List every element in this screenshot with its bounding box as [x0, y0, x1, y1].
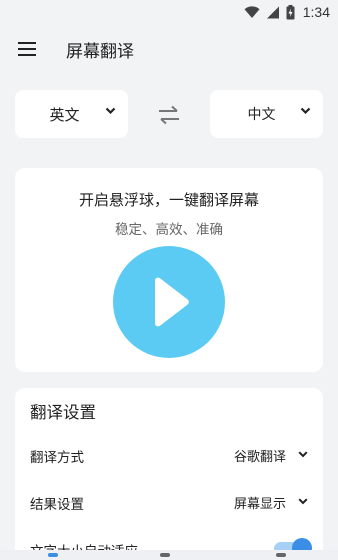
language-selector: 英文 中文 [15, 90, 323, 138]
setting-value: 屏幕显示 [233, 497, 286, 512]
setting-result-display[interactable]: 结果设置 屏幕显示 [30, 491, 310, 515]
start-floating-ball-button[interactable] [113, 246, 225, 358]
setting-value: 谷歌翻译 [233, 450, 286, 465]
menu-button[interactable] [16, 38, 38, 60]
nav-tab-middle[interactable] [160, 553, 170, 557]
target-language-label: 中文 [247, 107, 276, 123]
target-language-dropdown[interactable]: 中文 [210, 90, 323, 138]
setting-label: 翻译方式 [30, 450, 84, 466]
setting-translation-method[interactable]: 翻译方式 谷歌翻译 [30, 444, 310, 468]
swap-languages-button[interactable] [155, 104, 183, 126]
setting-label: 结果设置 [30, 497, 84, 513]
nav-tab-home[interactable] [48, 553, 58, 557]
chevron-down-icon [300, 107, 311, 115]
chevron-down-icon [105, 107, 116, 115]
chevron-down-icon [298, 498, 308, 505]
source-language-label: 英文 [49, 105, 80, 124]
floating-ball-subtitle: 稳定、高效、准确 [115, 222, 223, 238]
wifi-icon [244, 5, 260, 18]
translation-settings-card: 翻译设置 翻译方式 谷歌翻译 结果设置 屏幕显示 文字大小自动适应 [15, 388, 323, 560]
status-time: 1:34 [302, 4, 330, 20]
settings-title: 翻译设置 [30, 403, 96, 422]
source-language-dropdown[interactable]: 英文 [15, 90, 128, 138]
swap-arrows-icon [159, 105, 179, 125]
page-title: 屏幕翻译 [66, 41, 134, 62]
play-icon [155, 277, 189, 327]
floating-ball-card: 开启悬浮球，一键翻译屏幕 稳定、高效、准确 [15, 168, 323, 372]
nav-tab-profile[interactable] [276, 553, 286, 557]
app-bar: 屏幕翻译 [0, 24, 338, 74]
signal-icon [266, 6, 279, 18]
status-bar: 1:34 [0, 0, 338, 24]
hamburger-menu-icon [18, 42, 36, 56]
battery-icon [286, 4, 295, 19]
floating-ball-title: 开启悬浮球，一键翻译屏幕 [78, 191, 259, 209]
chevron-down-icon [298, 451, 308, 458]
